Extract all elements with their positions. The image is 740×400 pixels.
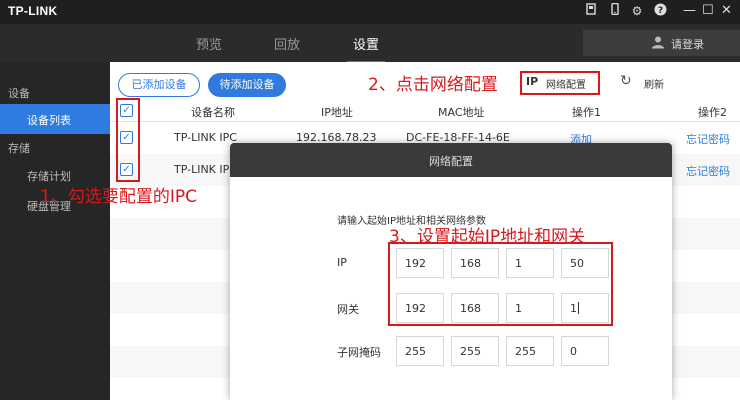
column-header: MAC地址 (438, 106, 485, 119)
minimize-button[interactable]: — (683, 2, 696, 20)
sidebar-group-storage: 存储 (8, 142, 30, 155)
dialog-title: 网络配置 (429, 155, 473, 168)
network-config-dialog: 网络配置 请输入起始IP地址和相关网络参数 IP 192 168 1 50 网关… (230, 143, 672, 400)
mask-octet-1[interactable]: 255 (396, 336, 444, 366)
mask-octet-4[interactable]: 0 (561, 336, 609, 366)
tab-pending-devices[interactable]: 待添加设备 (208, 73, 286, 97)
column-header: 设备名称 (191, 106, 235, 119)
forgot-password-link[interactable]: 忘记密码 (686, 163, 730, 179)
subnet-mask-label: 子网掩码 (337, 346, 381, 359)
sidebar: 设备 设备列表 存储 存储计划 硬盘管理 (0, 62, 110, 400)
tab-preview[interactable]: 预览 (196, 34, 222, 53)
column-header: 操作1 (572, 106, 601, 119)
annotation-step-1: 1、勾选要配置的IPC (40, 187, 197, 207)
svg-text:?: ? (657, 6, 662, 16)
login-label: 请登录 (671, 38, 704, 51)
ip-toolbar-label[interactable]: IP (526, 75, 538, 88)
tab-playback[interactable]: 回放 (274, 34, 300, 53)
column-header: 操作2 (698, 106, 727, 119)
column-header: IP地址 (321, 106, 353, 119)
ip-gateway-highlight (388, 242, 613, 326)
network-config-button[interactable]: 网络配置 (546, 76, 586, 91)
device-name: TP-LINK IP (174, 163, 230, 176)
refresh-icon[interactable]: ↻ (620, 73, 632, 89)
refresh-button[interactable]: 刷新 (644, 76, 664, 91)
record-icon[interactable] (583, 3, 599, 19)
help-icon[interactable]: ? (652, 3, 668, 19)
close-button[interactable]: ✕ (721, 2, 732, 20)
tab-settings[interactable]: 设置 (346, 34, 386, 63)
sidebar-item-device-list[interactable]: 设备列表 (0, 104, 110, 134)
forgot-password-link[interactable]: 忘记密码 (686, 131, 730, 147)
sidebar-group-device: 设备 (8, 87, 30, 100)
gear-icon[interactable]: ⚙ (629, 3, 645, 19)
app-logo: TP-LINK (8, 4, 58, 18)
dialog-header: 网络配置 (230, 143, 672, 177)
phone-icon[interactable] (607, 2, 623, 19)
gateway-label: 网关 (337, 303, 359, 316)
table-header: ✓ 设备名称 IP地址 MAC地址 操作1 操作2 (110, 100, 740, 122)
sidebar-item-label: 设备列表 (27, 114, 71, 127)
checkbox-highlight (116, 98, 140, 182)
maximize-button[interactable]: ☐ (702, 2, 714, 20)
tab-added-devices[interactable]: 已添加设备 (118, 73, 200, 97)
title-bar: TP-LINK ⚙ ? — ☐ ✕ (0, 0, 740, 24)
user-icon (651, 35, 665, 52)
ip-label: IP (337, 256, 347, 269)
annotation-step-2: 2、点击网络配置 (368, 75, 498, 95)
login-button[interactable]: 请登录 (583, 30, 740, 56)
mask-octet-2[interactable]: 255 (451, 336, 499, 366)
annotation-step-3: 3、设置起始IP地址和网关 (389, 227, 586, 247)
device-name: TP-LINK IPC (174, 131, 237, 144)
mask-octet-3[interactable]: 255 (506, 336, 554, 366)
